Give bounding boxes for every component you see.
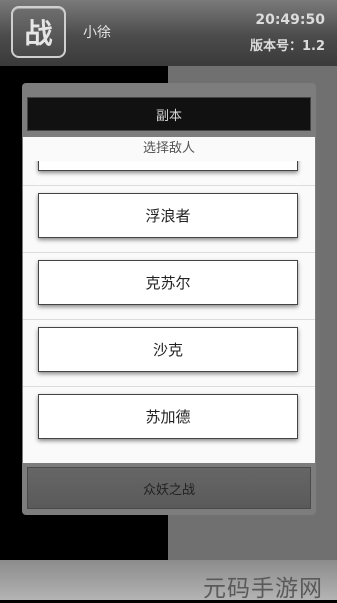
select-enemy-dialog: 选择敌人 方青子 浮浪者 克苏尔 沙克 苏加德	[23, 137, 315, 463]
list-item: 浮浪者	[23, 186, 315, 253]
demon-war-button-label: 众妖之战	[142, 482, 195, 498]
list-item: 苏加德	[23, 387, 315, 454]
demon-war-button[interactable]: 众妖之战	[27, 467, 311, 509]
clock-time: 20:49:50	[255, 12, 325, 28]
top-header: 战 小徐 20:49:50 版本号：1.2	[0, 0, 337, 67]
battle-icon-label: 战	[24, 17, 53, 50]
battle-icon-button[interactable]: 战	[11, 6, 66, 58]
enemy-button[interactable]: 苏加德	[38, 394, 298, 439]
version-label: 版本号：1.2	[249, 39, 325, 54]
username: 小徐	[83, 25, 111, 41]
enemy-button[interactable]: 克苏尔	[38, 260, 298, 305]
enemy-list[interactable]: 方青子 浮浪者 克苏尔 沙克 苏加德	[23, 137, 315, 463]
list-item: 克苏尔	[23, 253, 315, 320]
list-item: 沙克	[23, 320, 315, 387]
dungeon-button-label: 副本	[155, 108, 182, 124]
enemy-button[interactable]: 沙克	[38, 327, 298, 372]
dialog-title: 选择敌人	[23, 137, 315, 161]
site-watermark: 元码手游网	[203, 576, 323, 602]
enemy-button[interactable]: 浮浪者	[38, 193, 298, 238]
dungeon-button[interactable]: 副本	[27, 97, 311, 131]
